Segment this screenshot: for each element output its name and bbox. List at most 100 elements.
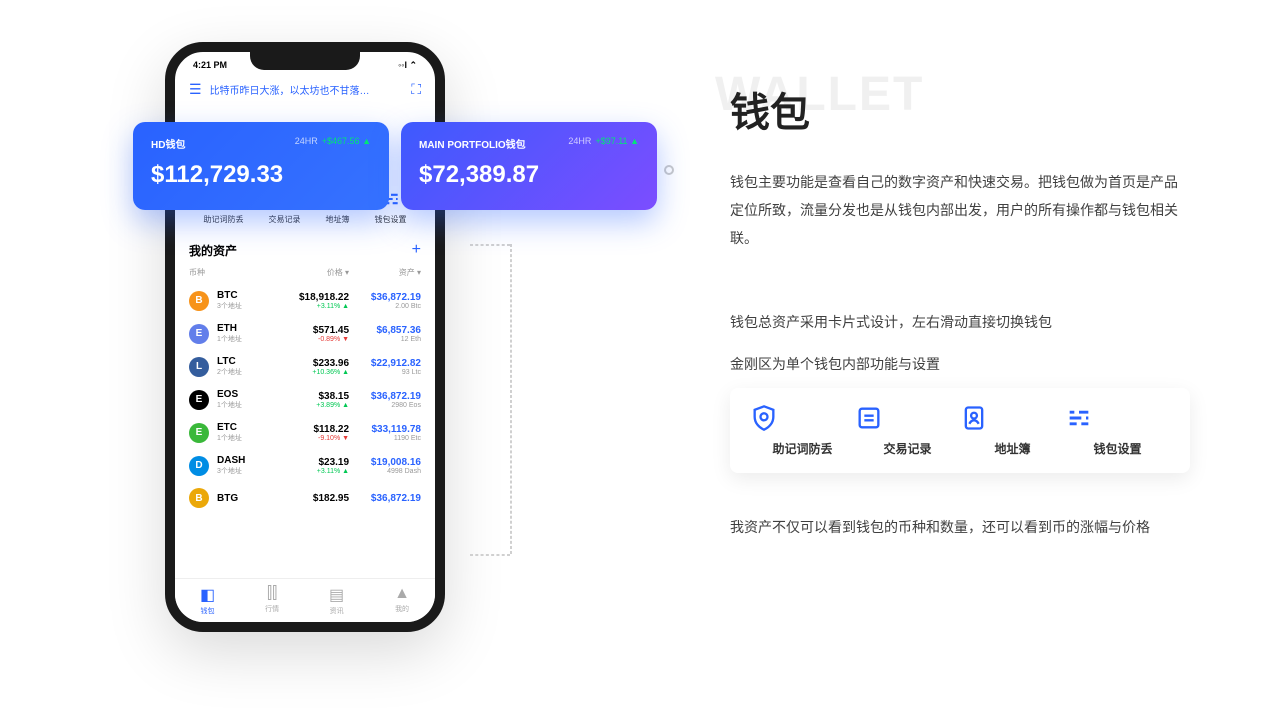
description-panel: WALLET 钱包 钱包主要功能是查看自己的数字资产和快速交易。把钱包做为首页是… [730,80,1190,541]
coin-price: $571.45 [277,325,349,336]
assets-title: 我的资产 [189,242,237,259]
col-value[interactable]: 资产 ▾ [349,267,421,278]
coin-amount: 2980 Eos [349,402,421,409]
menu-icon[interactable]: ☰ [189,81,202,98]
news-text: 比特币昨日大涨，以太坊也不甘落… [210,82,404,97]
coin-value: $36,872.19 [349,391,421,402]
col-price[interactable]: 价格 ▾ [277,267,349,278]
coin-amount: 93 Ltc [349,369,421,376]
coin-symbol: ETC [217,422,277,433]
scan-icon[interactable]: ⛶ [411,81,421,98]
coin-amount: 12 Eth [349,336,421,343]
wallet-amount: $72,389.87 [419,161,639,189]
wallet-card-hd[interactable]: HD钱包 24HR+$467.56 ▲ $112,729.33 [133,122,389,210]
strip-addressbook[interactable]: 地址簿 [960,404,1065,457]
coin-address-count: 1个地址 [217,334,277,344]
coin-icon: B [189,291,209,311]
coin-icon: B [189,488,209,508]
coin-value: $33,119.78 [349,424,421,435]
wallet-name: HD钱包 [151,136,185,151]
asset-row[interactable]: E ETH1个地址$571.45-0.89% ▼$6,857.3612 Eth [189,317,421,350]
status-time: 4:21 PM [193,60,227,71]
asset-row[interactable]: DDASH3个地址$23.19+3.11% ▲$19,008.164998 Da… [189,449,421,482]
coin-icon: L [189,357,209,377]
tab-wallet[interactable]: ◧钱包 [200,585,215,616]
phone-notch [250,52,360,70]
wallet-name: MAIN PORTFOLIO钱包 [419,136,526,151]
coin-change: -9.10% ▼ [277,435,349,442]
asset-row[interactable]: EETC1个地址$118.22-9.10% ▼$33,119.781190 Et… [189,416,421,449]
coin-symbol: BTG [217,493,277,504]
add-asset-button[interactable]: + [412,241,421,259]
strip-mnemonic[interactable]: 助记词防丢 [750,404,855,457]
description-main: 钱包主要功能是查看自己的数字资产和快速交易。把钱包做为首页是产品定位所致，流量分… [730,168,1190,252]
wallet-change: 24HR+$467.56 ▲ [295,136,371,151]
tab-profile[interactable]: ▲我的 [394,585,410,616]
coin-price: $118.22 [277,424,349,435]
wallet-change: 24HR+$97.11 ▲ [568,136,639,151]
coin-amount: 2.00 Btc [349,303,421,310]
strip-settings[interactable]: 钱包设置 [1065,404,1170,457]
coin-value: $36,872.19 [349,493,421,504]
action-label: 地址簿 [326,214,350,225]
coin-price: $38.15 [277,391,349,402]
wallet-amount: $112,729.33 [151,161,371,189]
transfer-icon [855,404,960,432]
coin-value: $6,857.36 [349,325,421,336]
coin-address-count: 1个地址 [217,433,277,443]
coin-change: -0.89% ▼ [277,336,349,343]
coin-amount: 4998 Dash [349,468,421,475]
coin-address-count: 2个地址 [217,367,277,377]
coin-amount: 1190 Etc [349,435,421,442]
coin-price: $23.19 [277,457,349,468]
coin-symbol: LTC [217,356,277,367]
coin-symbol: DASH [217,455,277,466]
shield-search-icon [750,404,855,432]
status-signal: ◦◦l ⌃ [398,60,417,71]
asset-list[interactable]: BBTC3个地址$18,918.22+3.11% ▲$36,872.192.00… [189,284,421,514]
tab-bar: ◧钱包 ⫿⫿行情 ▤资讯 ▲我的 [175,578,435,622]
coin-change: +10.36% ▲ [277,369,349,376]
col-coin[interactable]: 币种 [189,267,277,278]
asset-row[interactable]: EEOS1个地址$38.15+3.89% ▲$36,872.192980 Eos [189,383,421,416]
addressbook-icon [960,404,1065,432]
asset-row[interactable]: B BTG$182.95$36,872.19 [189,482,421,514]
asset-row[interactable]: L LTC2个地址$233.96+10.36% ▲$22,912.8293 Ltc [189,350,421,383]
connector-dot [664,165,674,175]
action-label: 钱包设置 [375,214,407,225]
action-label: 助记词防丢 [204,214,244,225]
wallet-cards[interactable]: HD钱包 24HR+$467.56 ▲ $112,729.33 MAIN POR… [133,122,657,210]
chart-icon: ⫿⫿ [265,585,279,603]
feature-actions-desc: 金刚区为单个钱包内部功能与设置 [730,354,1190,374]
news-icon: ▤ [329,585,344,605]
coin-price: $18,918.22 [277,292,349,303]
tab-news[interactable]: ▤资讯 [329,585,344,616]
assets-header: 我的资产 + [189,235,421,265]
coin-symbol: ETH [217,323,277,334]
connector-line [470,554,510,556]
coin-value: $36,872.19 [349,292,421,303]
coin-change: +3.11% ▲ [277,303,349,310]
icon-strip: 助记词防丢 交易记录 地址簿 钱包设置 [730,388,1190,473]
asset-row[interactable]: B BTC3个地址$18,918.22+3.11% ▲$36,872.192.00… [189,284,421,317]
coin-address-count: 3个地址 [217,301,277,311]
profile-icon: ▲ [394,585,410,603]
coin-change: +3.89% ▲ [277,402,349,409]
coin-value: $22,912.82 [349,358,421,369]
feature-cards-desc: 钱包总资产采用卡片式设计，左右滑动直接切换钱包 [730,312,1190,332]
strip-transactions[interactable]: 交易记录 [855,404,960,457]
coin-value: $19,008.16 [349,457,421,468]
coin-symbol: BTC [217,290,277,301]
coin-price: $182.95 [277,493,349,504]
news-bar[interactable]: ☰ 比特币昨日大涨，以太坊也不甘落… ⛶ [189,75,421,108]
coin-address-count: 1个地址 [217,400,277,410]
coin-icon: E [189,324,209,344]
coin-icon: E [189,390,209,410]
action-label: 交易记录 [269,214,301,225]
tab-market[interactable]: ⫿⫿行情 [265,585,279,616]
wallet-icon: ◧ [200,585,215,605]
wallet-card-main[interactable]: MAIN PORTFOLIO钱包 24HR+$97.11 ▲ $72,389.8… [401,122,657,210]
page-title: 钱包 [730,80,1190,138]
feature-assets-desc: 我资产不仅可以看到钱包的币种和数量，还可以看到币的涨幅与价格 [730,513,1190,541]
coin-price: $233.96 [277,358,349,369]
